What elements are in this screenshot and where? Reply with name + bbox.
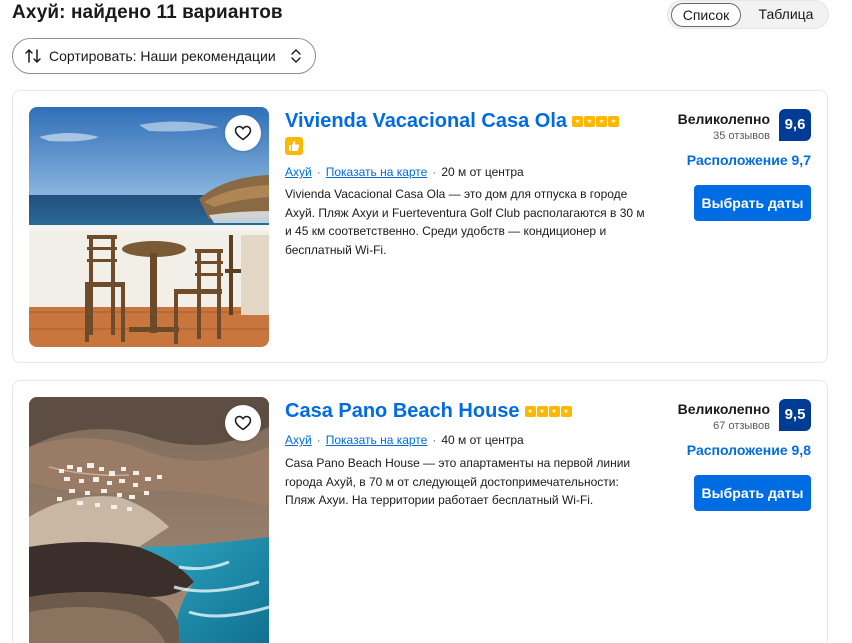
view-toggle: Список Таблица [667,0,829,29]
rating-word: Великолепно [677,401,770,417]
separator: · [316,433,321,447]
separator: · [432,165,437,179]
property-photo[interactable] [29,107,269,347]
view-table-tab[interactable]: Таблица [748,3,824,27]
heart-icon [234,125,252,141]
favorite-button[interactable] [225,115,261,151]
star-icon [536,405,548,417]
review-count: 35 отзывов [713,130,770,142]
property-description: Vivienda Vacacional Casa Ola — это дом д… [285,187,645,257]
distance-text: 20 м от центра [441,165,524,179]
property-card: Casa Pano Beach House Ахуй · Показать на к… [12,380,828,643]
view-list-tab[interactable]: Список [671,3,741,27]
sort-button[interactable]: Сортировать: Наши рекомендации [12,38,316,74]
heart-icon [234,415,252,431]
choose-dates-button[interactable]: Выбрать даты [694,185,811,221]
distance-text: 40 м от центра [441,433,524,447]
star-icon [524,405,536,417]
location-row: Ахуй · Показать на карте · 40 м от центра [285,432,524,448]
star-icon [572,115,584,127]
thumbs-up-icon [289,141,300,151]
title-row: Vivienda Vacacional Casa Ola [285,109,620,133]
review-score-block[interactable]: Великолепно 35 отзывов 9,6 [661,109,811,149]
star-rating [524,405,572,417]
location-row: Ахуй · Показать на карте · 20 м от центра [285,164,524,180]
star-icon [548,405,560,417]
rating-word: Великолепно [677,111,770,127]
score-badge: 9,6 [779,109,811,141]
location-link[interactable]: Ахуй [285,433,312,447]
show-on-map-link[interactable]: Показать на карте [326,433,428,447]
star-icon [584,115,596,127]
location-score: Расположение 9,8 [686,442,811,458]
title-row: Casa Pano Beach House [285,399,572,423]
sort-label: Сортировать: Наши рекомендации [49,48,276,64]
star-icon [608,115,620,127]
chevron-up-down-icon [291,49,301,63]
star-rating [572,115,620,127]
property-photo[interactable] [29,397,269,643]
favorite-button[interactable] [225,405,261,441]
separator: · [316,165,321,179]
preferred-badge[interactable] [285,137,303,155]
review-score-block[interactable]: Великолепно 67 отзывов 9,5 [661,399,811,439]
show-on-map-link[interactable]: Показать на карте [326,165,428,179]
sort-arrows-icon [25,49,41,63]
location-score: Расположение 9,7 [686,152,811,168]
location-link[interactable]: Ахуй [285,165,312,179]
choose-dates-button[interactable]: Выбрать даты [694,475,811,511]
page-title: Ахуй: найдено 11 вариантов [12,2,283,23]
property-name-link[interactable]: Vivienda Vacacional Casa Ola [285,109,567,133]
property-name-link[interactable]: Casa Pano Beach House [285,399,520,423]
star-icon [560,405,572,417]
separator: · [432,433,437,447]
review-count: 67 отзывов [713,420,770,432]
property-card: Vivienda Vacacional Casa Ola Ахуй · Показа… [12,90,828,363]
star-icon [596,115,608,127]
property-description: Casa Pano Beach House — это апартаменты … [285,456,631,507]
score-badge: 9,5 [779,399,811,431]
